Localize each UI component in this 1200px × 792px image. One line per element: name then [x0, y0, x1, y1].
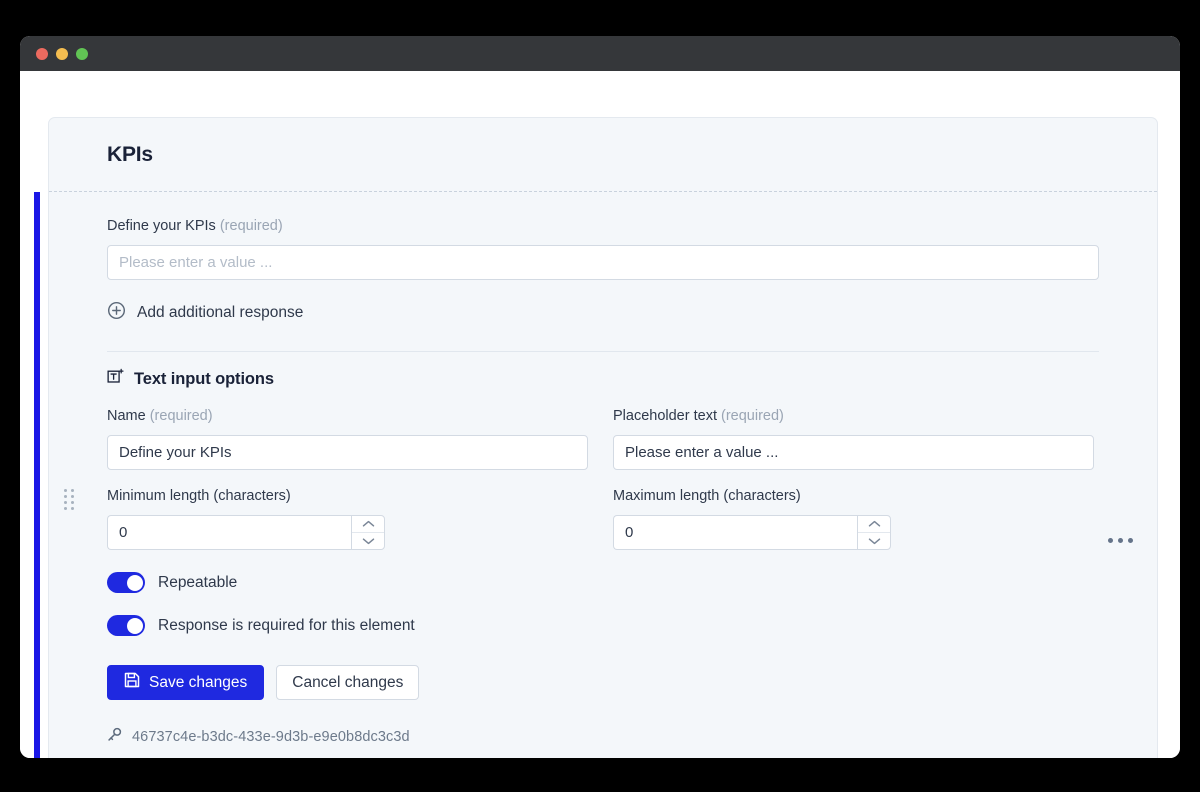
- length-limits-row: Minimum length (characters) 0 Maximum le…: [107, 488, 1099, 550]
- options-divider: [107, 351, 1099, 352]
- plus-circle-icon: [107, 301, 126, 325]
- placeholder-label-text: Placeholder text: [613, 408, 717, 424]
- text-input-icon: [107, 368, 124, 390]
- min-length-stepper-arrows: [351, 515, 385, 550]
- floppy-disk-icon: [124, 672, 140, 693]
- min-length-group: Minimum length (characters): [107, 488, 588, 550]
- text-input-options-title: Text input options: [134, 369, 274, 388]
- name-required-tag: (required): [149, 408, 213, 424]
- add-additional-response-button[interactable]: Add additional response: [107, 301, 303, 325]
- placeholder-required-tag: (required): [721, 408, 784, 424]
- repeatable-toggle-label: Repeatable: [158, 573, 238, 591]
- max-length-label: Maximum length (characters): [613, 488, 801, 504]
- window-titlebar: [20, 36, 1180, 71]
- max-length-stepper[interactable]: [613, 515, 891, 550]
- active-element-accent-bar: [34, 192, 40, 758]
- key-icon: [107, 727, 122, 747]
- question-response-input[interactable]: [107, 245, 1099, 280]
- form-actions: Save changes Cancel changes: [107, 665, 1099, 700]
- min-length-label: Minimum length (characters): [107, 488, 291, 504]
- repeatable-toggle-row: Repeatable: [107, 572, 1099, 593]
- minimize-window-button[interactable]: [56, 47, 68, 60]
- name-input[interactable]: [107, 435, 588, 470]
- repeatable-toggle-knob: [126, 574, 143, 591]
- save-changes-button[interactable]: Save changes: [107, 665, 265, 700]
- element-uuid: 46737c4e-b3dc-433e-9d3b-e9e0b8dc3c3d: [132, 729, 410, 745]
- save-changes-label: Save changes: [149, 673, 248, 691]
- repeatable-toggle[interactable]: [107, 572, 145, 593]
- min-length-stepper[interactable]: [107, 515, 385, 550]
- drag-handle-icon[interactable]: [64, 489, 75, 510]
- element-id-row: 46737c4e-b3dc-433e-9d3b-e9e0b8dc3c3d: [107, 727, 1099, 747]
- response-required-toggle-knob: [126, 617, 143, 634]
- card-header: KPIs: [49, 118, 1157, 191]
- placeholder-field-group: Placeholder text (required): [613, 408, 1094, 470]
- max-length-stepper-arrows: [857, 515, 891, 550]
- response-required-toggle-label: Response is required for this element: [158, 616, 415, 634]
- kpis-card: KPIs Define your KPIs (required) Please …: [34, 117, 1158, 758]
- question-required-tag: (required): [219, 218, 283, 234]
- close-window-button[interactable]: [36, 47, 48, 60]
- element-editor-section: Define your KPIs (required) Add addition…: [34, 191, 1157, 758]
- max-length-decrement-button[interactable]: [858, 533, 890, 549]
- cancel-changes-button[interactable]: Cancel changes: [276, 665, 420, 700]
- name-field-group: Name (required): [107, 408, 588, 470]
- placeholder-field-label: Placeholder text (required): [613, 408, 1094, 424]
- app-window: KPIs Define your KPIs (required) Please …: [20, 36, 1180, 758]
- section-content: Define your KPIs (required) Add addition…: [49, 192, 1157, 747]
- max-length-group: Maximum length (characters): [613, 488, 1094, 550]
- max-length-input[interactable]: [613, 515, 857, 550]
- min-length-input[interactable]: [107, 515, 351, 550]
- cancel-changes-label: Cancel changes: [292, 673, 404, 691]
- placeholder-text-input[interactable]: [613, 435, 1094, 470]
- max-length-increment-button[interactable]: [858, 516, 890, 533]
- response-required-toggle[interactable]: [107, 615, 145, 636]
- text-input-options-header: Text input options: [107, 368, 1099, 390]
- page-title: KPIs: [107, 142, 153, 166]
- name-field-label: Name (required): [107, 408, 588, 424]
- window-body: KPIs Define your KPIs (required) Please …: [20, 71, 1180, 758]
- question-label-text: Define your KPIs: [107, 218, 216, 234]
- name-placeholder-row: Name (required) Placeholder text (requir…: [107, 408, 1099, 470]
- maximize-window-button[interactable]: [76, 47, 88, 60]
- min-length-decrement-button[interactable]: [352, 533, 384, 549]
- name-label-text: Name: [107, 408, 146, 424]
- add-additional-response-label: Add additional response: [137, 304, 304, 321]
- more-options-icon[interactable]: [1102, 532, 1139, 549]
- min-length-increment-button[interactable]: [352, 516, 384, 533]
- question-label: Define your KPIs (required): [107, 218, 1099, 234]
- required-toggle-row: Response is required for this element: [107, 615, 1099, 636]
